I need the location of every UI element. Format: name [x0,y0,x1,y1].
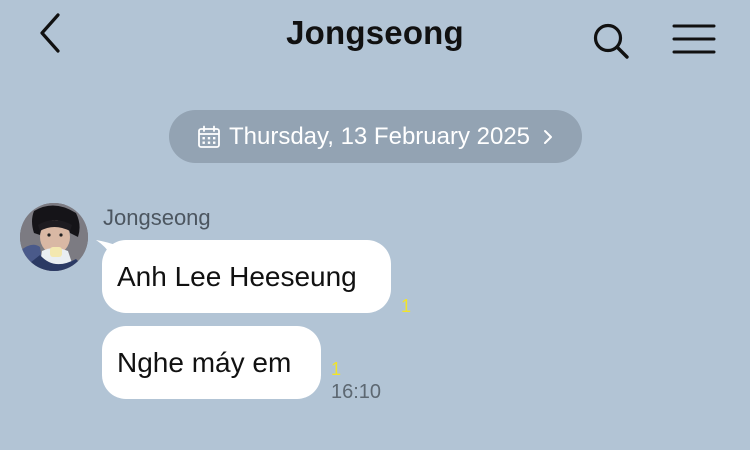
chevron-left-icon [40,13,60,53]
message-text: Anh Lee Heeseung [117,260,357,292]
date-divider-label: Thursday, 13 February 2025 [228,122,531,150]
calendar-icon [197,125,221,149]
avatar[interactable] [20,203,88,271]
message-bubble[interactable]: Anh Lee Heeseung [102,240,391,313]
message-timestamp: 16:10 [331,381,382,403]
sender-name: Jongseong [103,205,211,230]
menu-button[interactable] [668,16,720,62]
search-button[interactable] [588,18,634,64]
search-icon [593,23,629,59]
unread-count: 1 [331,359,342,379]
chat-header: Jongseong [0,0,750,78]
unread-count: 1 [401,296,412,316]
chat-title: Jongseong [286,14,464,51]
message-bubble[interactable]: Nghe máy em [102,326,321,399]
hamburger-menu-icon [672,24,716,54]
back-button[interactable] [30,10,70,56]
message-text: Nghe máy em [117,346,292,378]
date-divider-pill[interactable]: Thursday, 13 February 2025 [169,110,582,163]
chevron-right-icon [542,127,554,147]
